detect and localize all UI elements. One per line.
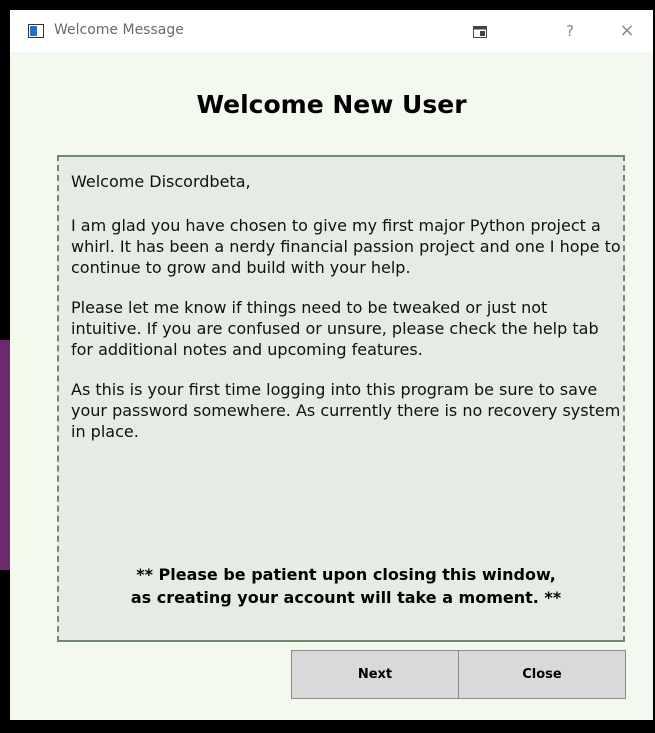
app-window-icon	[28, 24, 44, 38]
page-title: Welcome New User	[196, 90, 467, 119]
message-paragraph-1: I am glad you have chosen to give my fir…	[71, 216, 621, 277]
close-button[interactable]: Close	[458, 650, 626, 699]
message-text: Welcome Discordbeta, I am glad you have …	[71, 171, 621, 461]
message-paragraph-3: As this is your first time logging into …	[71, 380, 621, 441]
notice-line-1: ** Please be patient upon closing this w…	[136, 565, 556, 584]
welcome-message-box: Welcome Discordbeta, I am glad you have …	[57, 155, 625, 642]
close-icon[interactable]: ×	[612, 18, 642, 44]
notice-line-2: as creating your account will take a mom…	[130, 588, 562, 607]
message-greeting: Welcome Discordbeta,	[71, 172, 251, 191]
patience-notice: ** Please be patient upon closing this w…	[71, 563, 621, 609]
help-button[interactable]: ?	[558, 18, 582, 44]
next-button[interactable]: Next	[291, 650, 459, 699]
welcome-message-dialog: Welcome Message ? × Welcome New User Wel…	[10, 10, 653, 720]
window-title: Welcome Message	[54, 22, 184, 38]
window-pin-icon[interactable]	[465, 18, 495, 44]
title-bar[interactable]: Welcome Message ? ×	[10, 10, 653, 52]
message-box-divider	[57, 640, 625, 642]
background-app-edge	[0, 340, 10, 570]
message-paragraph-2: Please let me know if things need to be …	[71, 298, 599, 359]
